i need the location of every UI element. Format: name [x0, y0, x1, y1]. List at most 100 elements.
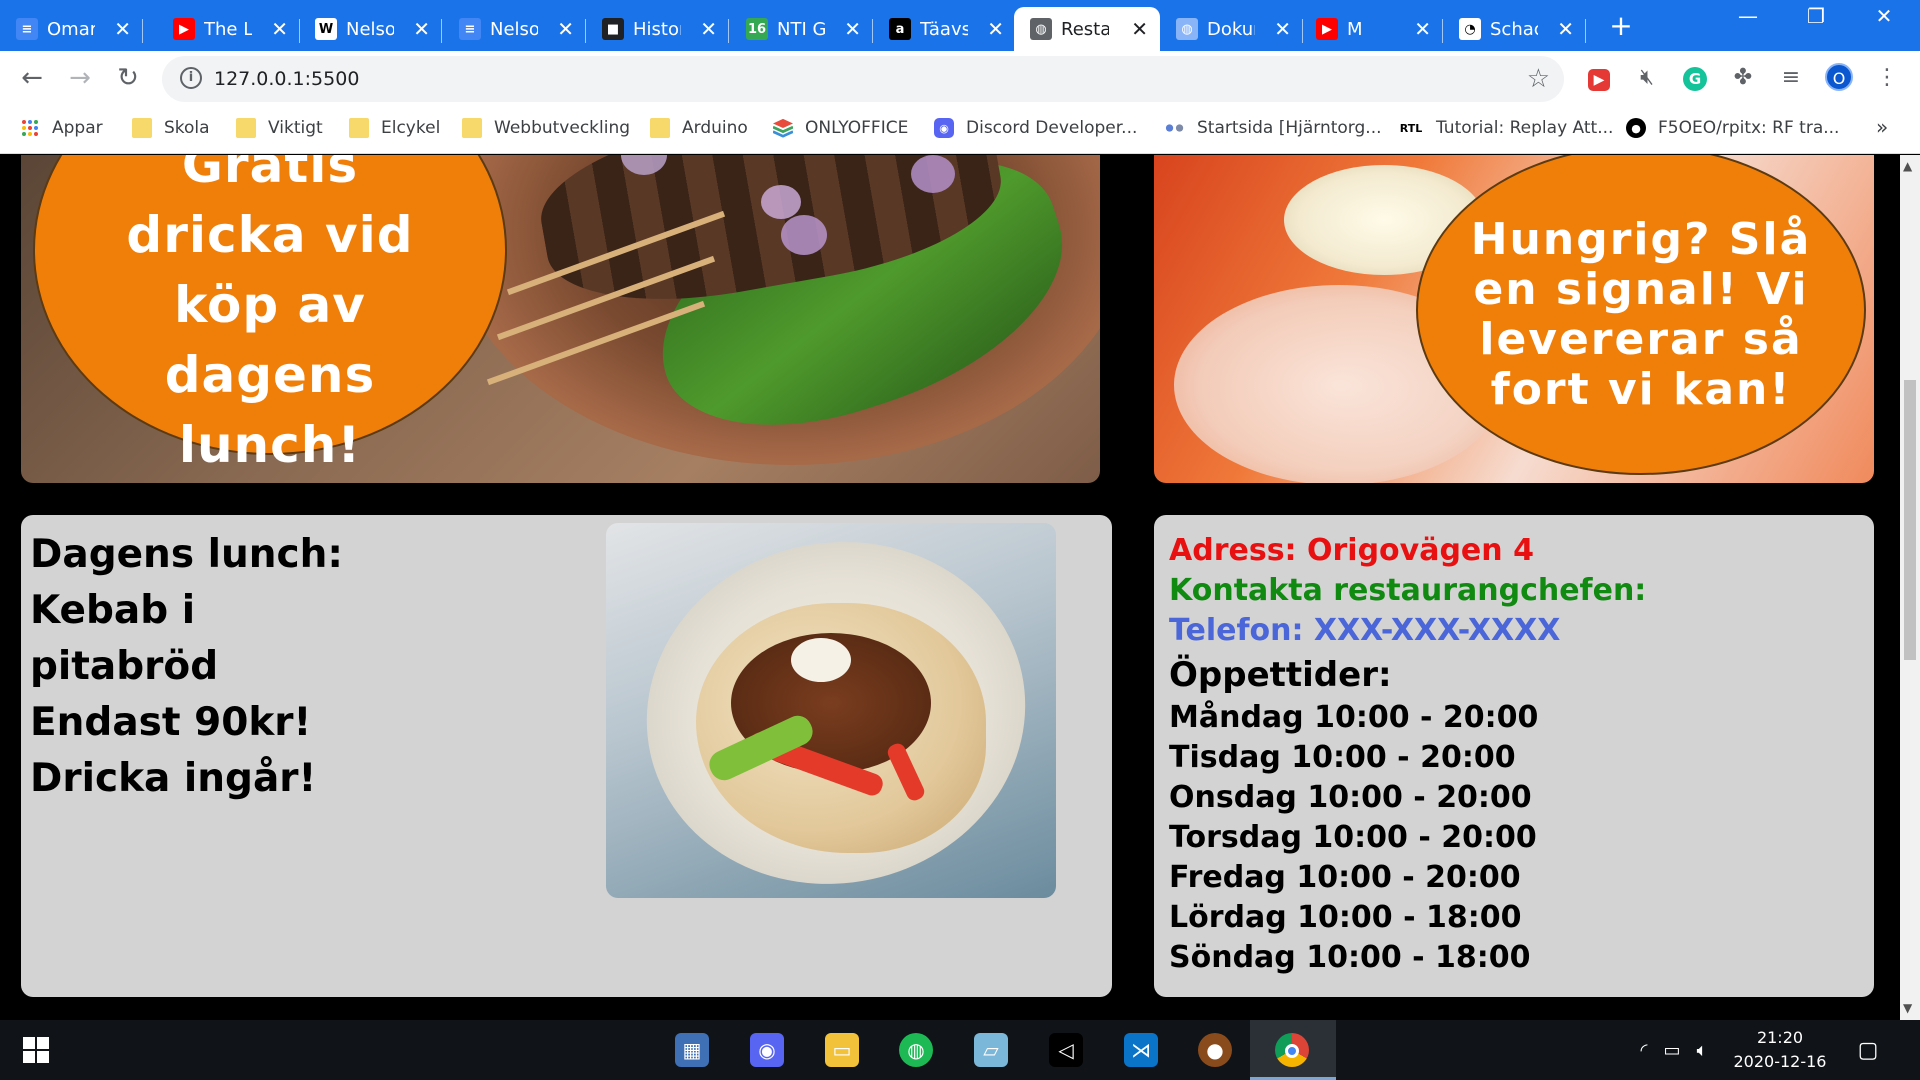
contact-manager-text: Kontakta restaurangchefen:: [1169, 573, 1647, 608]
tab-close-icon[interactable]: ✕: [271, 17, 288, 41]
tab-title: Restau: [1061, 18, 1109, 40]
kebab-pita-photo: [606, 523, 1056, 898]
shoes-game-icon[interactable]: ●: [1193, 1028, 1237, 1072]
reload-icon[interactable]: ↻: [112, 63, 144, 95]
media-controls-icon[interactable]: ≡: [1776, 63, 1806, 93]
docs-icon: ≡: [459, 18, 481, 40]
hjarntorget-icon: [1165, 118, 1185, 138]
bookmark-item[interactable]: Webbutveckling: [462, 118, 630, 138]
bookmark-item[interactable]: Arduino: [650, 118, 748, 138]
browser-tab[interactable]: ≡ Nelso ✕: [443, 7, 586, 51]
youtube-icon: ▶: [173, 18, 195, 40]
browser-tab[interactable]: a Täavsl ✕: [873, 7, 1016, 51]
tab-close-icon[interactable]: ✕: [557, 17, 574, 41]
notepad-icon[interactable]: ▱: [969, 1028, 1013, 1072]
bookmark-item[interactable]: Appar: [20, 118, 103, 138]
taskbar-clock[interactable]: 21:20 2020-12-16: [1720, 1026, 1840, 1074]
onlyoffice-icon: [773, 118, 793, 138]
chess-icon: ◔: [1459, 18, 1481, 40]
site-info-icon[interactable]: i: [180, 67, 202, 89]
mute-tab-icon[interactable]: 🔇︎: [1632, 63, 1662, 93]
opening-hours-row: Tisdag 10:00 - 20:00: [1169, 740, 1516, 775]
extensions-puzzle-icon[interactable]: ✤: [1728, 63, 1758, 93]
browser-tab[interactable]: ■ Histor ✕: [586, 7, 729, 51]
youtube-icon: ▶: [1316, 18, 1338, 40]
grammarly-icon[interactable]: G: [1680, 63, 1710, 93]
rtl-icon: RTL: [1399, 121, 1423, 135]
browser-tab[interactable]: ▶ The Li ✕: [157, 7, 300, 51]
new-tab-button[interactable]: +: [1604, 10, 1638, 44]
tab-close-icon[interactable]: ✕: [1131, 17, 1148, 41]
tab-close-icon[interactable]: ✕: [1557, 17, 1574, 41]
bookmark-item[interactable]: Skola: [132, 118, 210, 138]
globe-icon: ◍: [1176, 18, 1198, 40]
bookmark-item[interactable]: ONLYOFFICE: [773, 118, 908, 138]
address-bar[interactable]: i 127.0.0.1:5500 ☆: [162, 56, 1564, 102]
tab-title: Dokum: [1207, 18, 1255, 40]
browser-tab[interactable]: ▶ M ✕: [1300, 7, 1443, 51]
volume-icon[interactable]: 🔈︎: [1680, 1028, 1724, 1072]
scrollbar-thumb[interactable]: [1904, 380, 1916, 660]
close-window-button[interactable]: ✕: [1854, 4, 1914, 28]
bookmark-label: Discord Developer...: [966, 118, 1138, 138]
bookmark-item[interactable]: Elcykel: [349, 118, 440, 138]
profile-avatar[interactable]: O: [1824, 63, 1854, 93]
bookmark-item[interactable]: RTL Tutorial: Replay Att...: [1398, 118, 1614, 138]
bookmark-item[interactable]: Viktigt: [236, 118, 323, 138]
page-scrollbar[interactable]: ▲ ▼: [1900, 155, 1920, 1020]
screen-recorder-extension-icon[interactable]: ▶: [1584, 63, 1614, 93]
scroll-down-arrow-icon[interactable]: ▼: [1903, 1001, 1912, 1015]
file-explorer-icon[interactable]: ▭: [820, 1028, 864, 1072]
bookmark-label: Startsida [Hjärntorg...: [1197, 118, 1382, 138]
windows-start-icon[interactable]: [14, 1028, 58, 1072]
tab-close-icon[interactable]: ✕: [700, 17, 717, 41]
bookmark-item[interactable]: ● F5OEO/rpitx: RF tra...: [1626, 118, 1839, 138]
browser-tab[interactable]: ◔ Schac ✕: [1443, 7, 1586, 51]
url-text[interactable]: 127.0.0.1:5500: [214, 68, 359, 90]
discord-icon[interactable]: ◉: [745, 1028, 789, 1072]
windows-taskbar: ▦ ◉ ▭ ◍ ▱ ◁ ⋊ ● ◜ ▭ 🔈︎ 21:20 2020-12-16 ▢: [0, 1020, 1920, 1080]
minimize-button[interactable]: —: [1718, 4, 1778, 28]
browser-toolbar: ← → ↻ i 127.0.0.1:5500 ☆ ▶ 🔇︎ G ✤ ≡ O ⋮: [0, 51, 1920, 106]
tab-title: Nelso: [490, 18, 538, 40]
bookmark-item[interactable]: ◉ Discord Developer...: [934, 118, 1137, 138]
tab-close-icon[interactable]: ✕: [413, 17, 430, 41]
chrome-icon[interactable]: [1270, 1028, 1314, 1072]
restore-button[interactable]: ❐: [1786, 4, 1846, 28]
browser-tab[interactable]: W Nelso ✕: [299, 7, 442, 51]
calculator-icon[interactable]: ▦: [670, 1028, 714, 1072]
tab-title: Täavsl: [920, 18, 968, 40]
tab-close-icon[interactable]: ✕: [987, 17, 1004, 41]
tab-close-icon[interactable]: ✕: [844, 17, 861, 41]
opening-hours-row: Söndag 10:00 - 18:00: [1169, 940, 1531, 975]
back-icon[interactable]: ←: [16, 63, 48, 95]
browser-tab[interactable]: ◍ Restau ✕: [1014, 7, 1160, 51]
browser-tab[interactable]: ◍ Dokum ✕: [1160, 7, 1303, 51]
calendar-icon: 16: [746, 18, 768, 40]
vscode-icon[interactable]: ⋊: [1119, 1028, 1163, 1072]
bookmark-star-icon[interactable]: ☆: [1527, 64, 1550, 94]
tab-title: Histor: [633, 18, 681, 40]
browser-menu-icon[interactable]: ⋮: [1872, 63, 1902, 93]
unity-icon[interactable]: ◁: [1044, 1028, 1088, 1072]
notifications-icon[interactable]: ▢: [1846, 1028, 1890, 1072]
bookmarks-overflow-icon[interactable]: »: [1876, 115, 1888, 139]
discord-icon: ◉: [934, 118, 954, 138]
spotify-icon[interactable]: ◍: [894, 1028, 938, 1072]
tab-close-icon[interactable]: ✕: [1274, 17, 1291, 41]
scroll-up-arrow-icon[interactable]: ▲: [1903, 159, 1912, 173]
browser-tab[interactable]: 16 NTI G ✕: [730, 7, 873, 51]
tab-close-icon[interactable]: ✕: [1414, 17, 1431, 41]
bookmark-label: Arduino: [682, 118, 748, 138]
browser-tab[interactable]: ≡ Omar ✕: [0, 7, 143, 51]
opening-hours-row: Torsdag 10:00 - 20:00: [1169, 820, 1537, 855]
bookmark-label: F5OEO/rpitx: RF tra...: [1658, 118, 1840, 138]
forward-icon[interactable]: →: [64, 63, 96, 95]
bookmark-item[interactable]: Startsida [Hjärntorg...: [1165, 118, 1382, 138]
tab-close-icon[interactable]: ✕: [114, 17, 131, 41]
bookmark-label: Viktigt: [268, 118, 323, 138]
lunch-line: Kebab i: [30, 588, 196, 633]
tab-title: Schac: [1490, 18, 1538, 40]
folder-icon: [132, 118, 152, 138]
web-page: Gratis dricka vid köp av dagens lunch! H…: [0, 155, 1900, 1020]
